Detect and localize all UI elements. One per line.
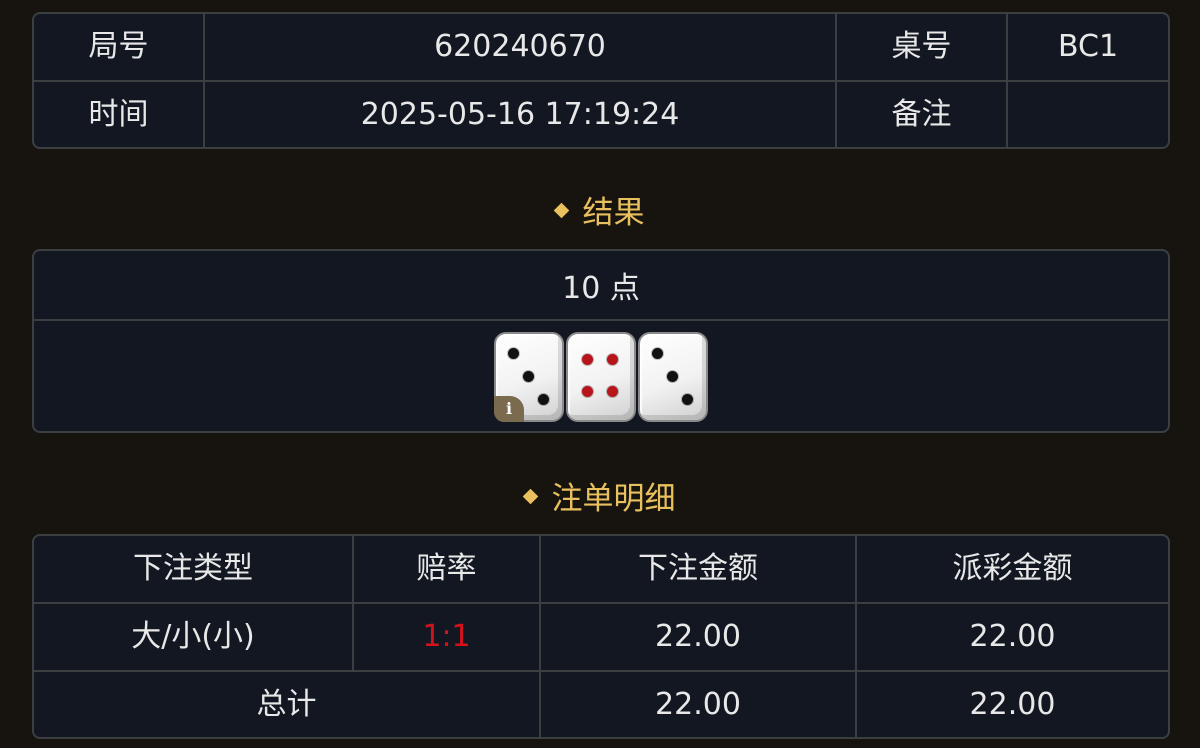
bet-detail-panel: 下注类型 赔率 下注金额 派彩金额 大/小(小) 1:1 22.00 22.00… xyxy=(32,534,1170,739)
die-three-icon xyxy=(638,332,708,422)
die-four-icon xyxy=(566,332,636,422)
die-three-icon: i xyxy=(494,332,564,422)
bet-amount-cell: 22.00 xyxy=(540,603,857,672)
diamond-icon xyxy=(522,488,538,505)
total-label: 总计 xyxy=(34,671,541,737)
note-value xyxy=(1007,81,1168,147)
total-amount: 22.00 xyxy=(540,671,857,737)
round-label: 局号 xyxy=(34,14,205,82)
round-info-panel: 局号 620240670 桌号 BC1 时间 2025-05-16 17:19:… xyxy=(32,12,1170,149)
result-points-text: 10 点 xyxy=(562,271,640,306)
payout-cell: 22.00 xyxy=(856,603,1168,672)
result-title-text: 结果 xyxy=(582,195,645,231)
note-label: 备注 xyxy=(836,81,1008,147)
round-info-row: 局号 620240670 桌号 BC1 xyxy=(34,14,1168,82)
header-bet-amount: 下注金额 xyxy=(540,536,857,604)
round-info-table: 局号 620240670 桌号 BC1 时间 2025-05-16 17:19:… xyxy=(34,14,1168,147)
time-info-row: 时间 2025-05-16 17:19:24 备注 xyxy=(34,81,1168,147)
odds-cell: 1:1 xyxy=(353,603,541,672)
bet-type-cell: 大/小(小) xyxy=(34,603,354,672)
total-row: 总计 22.00 22.00 xyxy=(34,671,1168,737)
total-payout: 22.00 xyxy=(969,687,1056,722)
bet-detail-title-text: 注单明细 xyxy=(551,481,676,517)
result-points: 10 点 xyxy=(34,251,1168,321)
dice-row: i xyxy=(34,321,1168,431)
time-value: 2025-05-16 17:19:24 xyxy=(204,81,837,147)
bet-header-row: 下注类型 赔率 下注金额 派彩金额 xyxy=(34,536,1168,604)
bet-detail-section-title: 注单明细 xyxy=(0,484,1200,515)
result-panel: 10 点 i xyxy=(32,249,1170,433)
table-value: BC1 xyxy=(1007,14,1168,82)
bet-detail-table: 下注类型 赔率 下注金额 派彩金额 大/小(小) 1:1 22.00 22.00… xyxy=(34,536,1168,737)
round-value: 620240670 xyxy=(204,14,837,82)
header-odds: 赔率 xyxy=(353,536,541,604)
table-label: 桌号 xyxy=(836,14,1008,82)
info-icon[interactable]: i xyxy=(494,396,524,422)
result-section-title: 结果 xyxy=(0,198,1200,229)
table-row: 大/小(小) 1:1 22.00 22.00 xyxy=(34,603,1168,672)
header-payout: 派彩金额 xyxy=(856,536,1168,604)
header-bet-type: 下注类型 xyxy=(34,536,354,604)
time-label: 时间 xyxy=(34,81,205,147)
diamond-icon xyxy=(553,202,569,219)
